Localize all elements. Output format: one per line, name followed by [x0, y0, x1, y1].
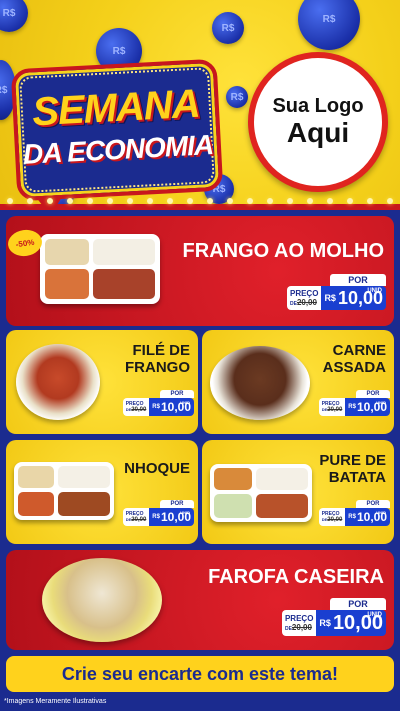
semana-da-economia-logo: SEMANA DA ECONOMIA — [10, 58, 224, 210]
price-tag: POR PREÇO DE20,00 R$ 10,00 UNID — [318, 390, 390, 416]
product-card-pure-de-batata[interactable]: PURE DE BATATA POR PREÇO DE20,00 R$ 10,0… — [202, 440, 394, 544]
product-name: CARNE ASSADA — [322, 342, 386, 377]
marquee-lights — [0, 198, 400, 208]
logo-text-line2: Aqui — [286, 117, 350, 149]
product-name: PURE DE BATATA — [319, 452, 386, 487]
hero-section: R$ R$ R$ R$ R$ R$ R$ R$ SEMANA DA ECONOM… — [0, 0, 400, 210]
product-card-frango-ao-molho[interactable]: FRANGO AO MOLHO POR PREÇO DE20,00 R$ 10,… — [6, 216, 394, 326]
product-image — [40, 234, 160, 304]
currency-label: R$ — [324, 293, 336, 303]
product-image — [14, 462, 114, 520]
product-card-carne-assada[interactable]: CARNE ASSADA POR PREÇO DE20,00 R$ 10,00 … — [202, 330, 394, 434]
price-tag: POR PREÇO DE20,00 R$ 10,00 UNID — [281, 598, 386, 636]
unit-label: UNID — [367, 288, 382, 294]
logo-placeholder[interactable]: Sua Logo Aqui — [248, 52, 388, 192]
product-card-farofa-caseira[interactable]: FAROFA CASEIRA POR PREÇO DE20,00 R$ 10,0… — [6, 550, 394, 650]
product-name: FAROFA CASEIRA — [208, 566, 384, 588]
logo-text-line1: Sua Logo — [272, 95, 364, 118]
price-tag: POR PREÇO DE20,00 R$ 10,00 UNID — [122, 500, 194, 526]
coin-icon: R$ — [226, 86, 248, 108]
disclaimer-note: *Imagens Meramente Ilustrativas — [0, 694, 400, 711]
price-por-label: POR — [330, 274, 386, 286]
product-image — [16, 344, 100, 420]
coin-icon: R$ — [212, 12, 244, 44]
price-tag: POR PREÇO DE20,00 R$ 10,00 UNID — [318, 500, 390, 526]
cta-banner[interactable]: Crie seu encarte com este tema! — [6, 656, 394, 692]
coin-icon: R$ — [298, 0, 360, 50]
product-image — [210, 464, 312, 522]
old-price: 20,00 — [296, 298, 317, 307]
product-name: NHOQUE — [124, 460, 190, 477]
product-card-file-de-frango[interactable]: FILÉ DE FRANGO POR PREÇO DE20,00 R$ 10,0… — [6, 330, 198, 434]
product-card-nhoque[interactable]: NHOQUE POR PREÇO DE20,00 R$ 10,00 UNID — [6, 440, 198, 544]
price-preco-label: PREÇO — [289, 289, 319, 298]
product-image — [42, 558, 162, 642]
price-tag: POR PREÇO DE20,00 R$ 10,00 UNID — [122, 390, 194, 416]
product-name: FILÉ DE FRANGO — [125, 342, 190, 377]
price-tag: POR PREÇO DE20,00 R$ 10,00 UNID — [286, 274, 386, 310]
product-image — [210, 346, 310, 420]
price-de-label: DE — [289, 301, 297, 307]
product-name: FRANGO AO MOLHO — [182, 240, 384, 262]
coin-icon: R$ — [0, 0, 28, 32]
